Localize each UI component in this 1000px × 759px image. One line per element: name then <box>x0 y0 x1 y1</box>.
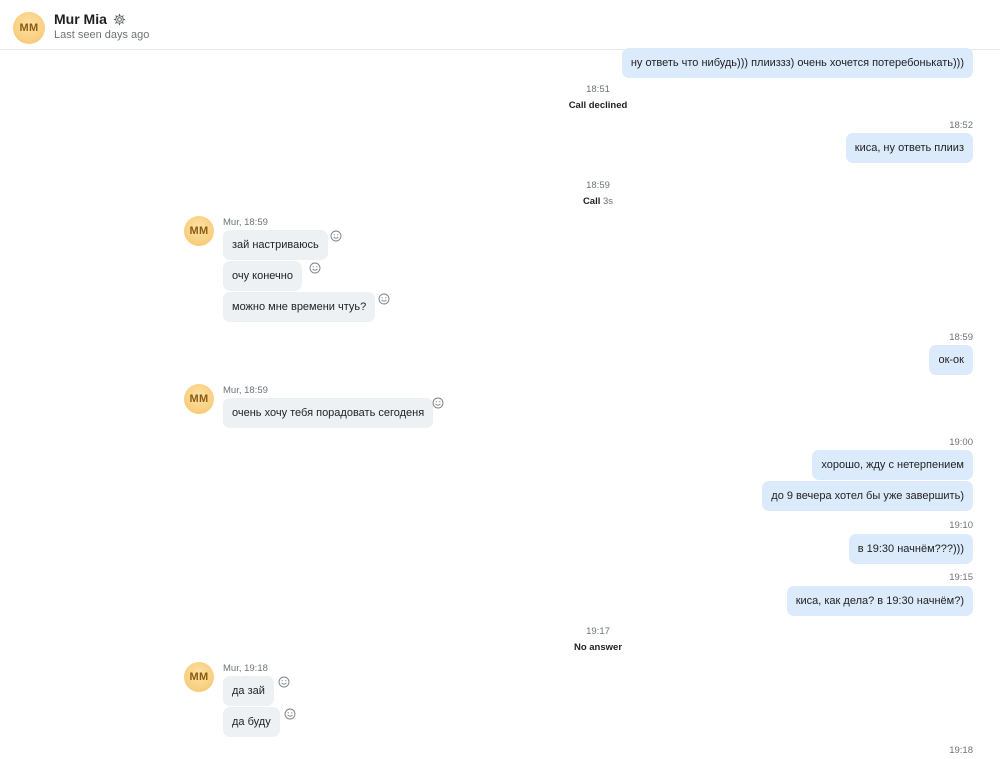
message-time: 19:00 <box>949 437 973 448</box>
gear-icon[interactable] <box>113 13 126 26</box>
message-time: 19:18 <box>949 745 973 756</box>
message-list[interactable]: ну ответь что нибудь))) плииззз) очень х… <box>0 48 1000 759</box>
event-time: 18:59 <box>586 180 610 191</box>
incoming-message[interactable]: можно мне времени чтуь? <box>223 292 376 322</box>
sender-timestamp: Mur, 19:18 <box>223 663 268 674</box>
sender-timestamp: Mur, 18:59 <box>223 217 268 228</box>
chat-header: MM Mur Mia Last seen days ago <box>0 0 1000 50</box>
incoming-message[interactable]: очень хочу тебя порадовать сегоденя <box>223 398 434 428</box>
outgoing-message[interactable]: в 19:30 начнём???))) <box>848 534 973 564</box>
call-label: Call <box>582 196 601 207</box>
smiley-icon[interactable] <box>284 708 296 720</box>
smiley-icon[interactable] <box>378 293 390 305</box>
outgoing-message[interactable]: киса, как дела? в 19:30 начнём?) <box>786 586 973 616</box>
message-time: 18:52 <box>949 120 973 131</box>
event-time: 18:51 <box>586 84 610 95</box>
incoming-message[interactable]: да зай <box>223 676 274 706</box>
contact-name-row: Mur Mia <box>54 11 126 27</box>
outgoing-message[interactable]: до 9 вечера хотел бы уже завершить) <box>762 481 973 511</box>
smiley-icon[interactable] <box>309 262 321 274</box>
incoming-message[interactable]: да буду <box>223 707 280 737</box>
outgoing-message[interactable]: ну ответь что нибудь))) плииззз) очень х… <box>621 48 973 78</box>
smiley-icon[interactable] <box>278 676 290 688</box>
outgoing-message[interactable]: ок-ок <box>929 345 973 375</box>
sender-avatar[interactable]: MM <box>184 216 214 246</box>
incoming-message[interactable]: очу конечно <box>223 261 302 291</box>
smiley-icon[interactable] <box>330 230 342 242</box>
sender-avatar[interactable]: MM <box>184 662 214 692</box>
event-time: 19:17 <box>586 626 610 637</box>
message-time: 19:15 <box>949 572 973 583</box>
call-declined-event: Call declined <box>568 100 628 111</box>
outgoing-message[interactable]: киса, ну ответь плииз <box>845 133 973 163</box>
outgoing-message[interactable]: хорошо, жду с нетерпением <box>812 450 973 480</box>
message-time: 19:10 <box>949 520 973 531</box>
message-time: 18:59 <box>949 332 973 343</box>
sender-avatar[interactable]: MM <box>184 384 214 414</box>
no-answer-event: No answer <box>573 642 623 653</box>
contact-name[interactable]: Mur Mia <box>54 11 107 27</box>
call-duration: 3s <box>603 196 614 207</box>
sender-timestamp: Mur, 18:59 <box>223 385 268 396</box>
contact-status: Last seen days ago <box>54 29 150 41</box>
call-event: Call 3s <box>0 196 1000 207</box>
contact-avatar[interactable]: MM <box>13 12 45 44</box>
smiley-icon[interactable] <box>432 397 444 409</box>
incoming-message[interactable]: зай настриваюсь <box>223 230 328 260</box>
